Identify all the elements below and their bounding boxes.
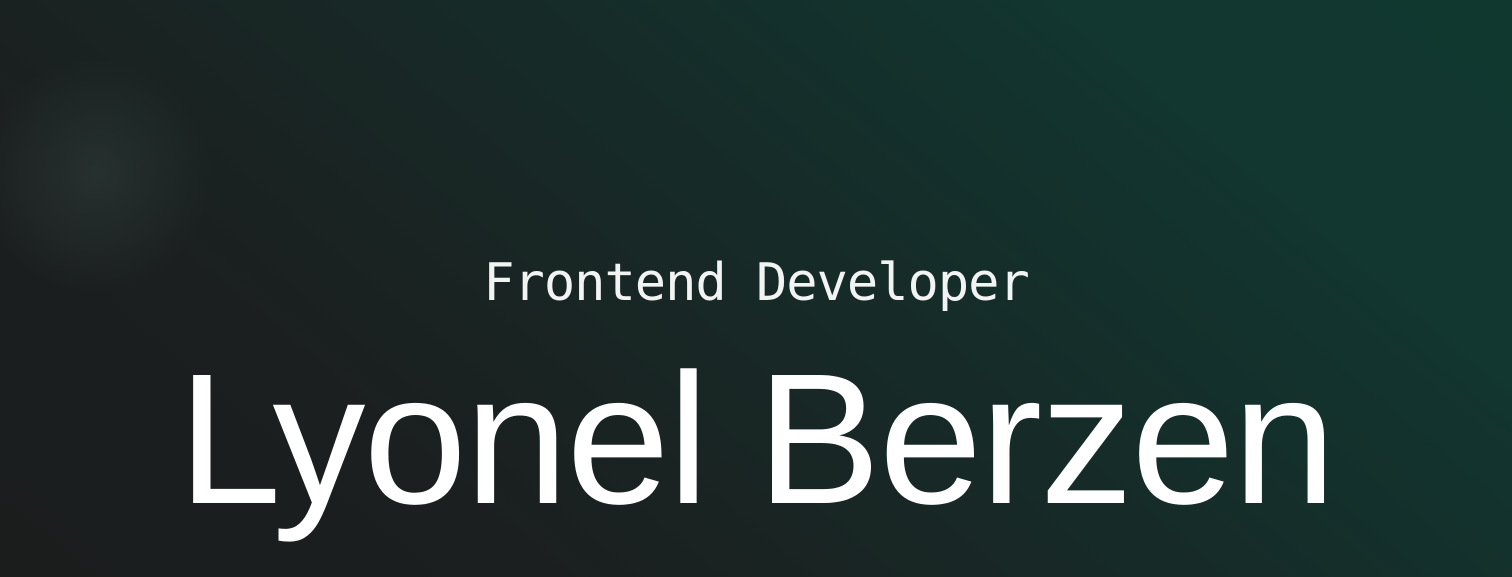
hero-name: Lyonel Berzen xyxy=(177,336,1336,543)
hero-role: Frontend Developer xyxy=(483,253,1030,313)
hero-section: Frontend Developer Lyonel Berzen xyxy=(0,0,1512,577)
